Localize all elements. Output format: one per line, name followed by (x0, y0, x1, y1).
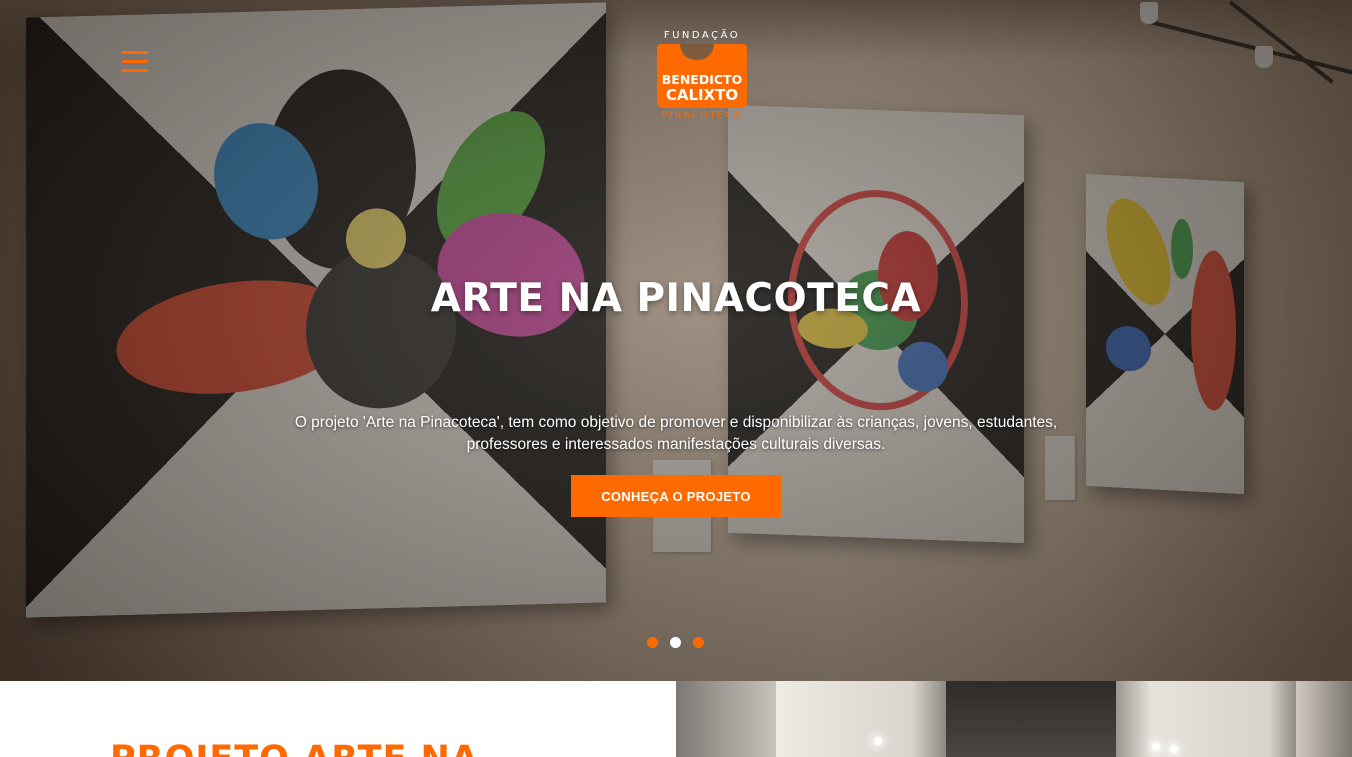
carousel-dot[interactable] (647, 637, 658, 648)
menu-button[interactable] (122, 51, 148, 73)
hero-banner: FUNDAÇÃO BENEDICTO CALIXTO PINACOTECA AR… (0, 0, 1352, 681)
project-section: PROJETO ARTE NA (0, 681, 676, 757)
hero-title: ARTE NA PINACOTECA (430, 276, 922, 321)
cta-button[interactable]: CONHEÇA O PROJETO (571, 475, 781, 517)
hero-description: O projeto 'Arte na Pinacoteca', tem como… (294, 414, 1058, 453)
carousel-dot[interactable] (693, 637, 704, 648)
section-heading: PROJETO ARTE NA (110, 739, 479, 757)
hamburger-menu-icon (122, 51, 148, 54)
logo-name-line2: CALIXTO (665, 86, 739, 104)
project-photo (676, 681, 1352, 757)
carousel-dot-active[interactable] (670, 637, 681, 648)
logo-bottom-text: PINACOTECA (661, 110, 743, 121)
site-logo[interactable]: FUNDAÇÃO BENEDICTO CALIXTO PINACOTECA (652, 30, 752, 124)
logo-name-line1: BENEDICTO (661, 72, 743, 87)
logo-top-text: FUNDAÇÃO (663, 30, 741, 41)
